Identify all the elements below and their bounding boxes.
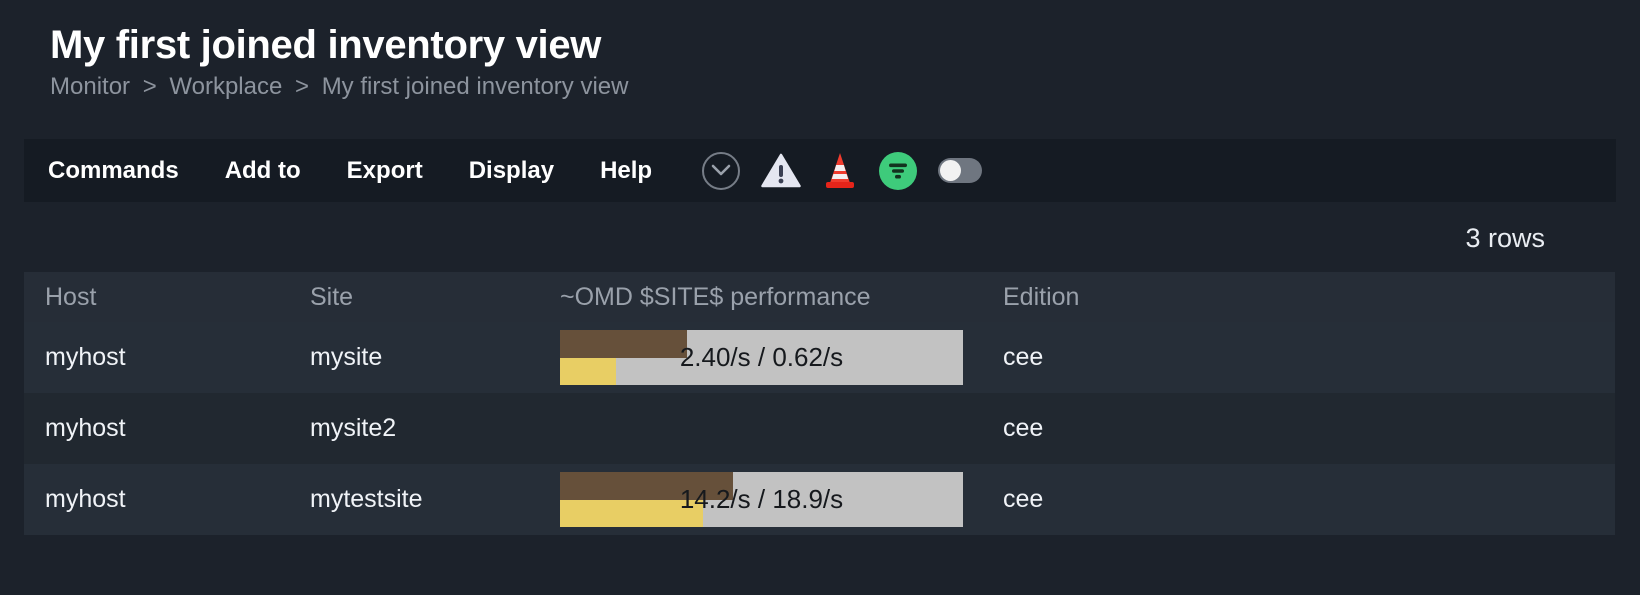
- cell-performance: 14.2/s / 18.9/s: [560, 472, 1003, 527]
- table-header-row: Host Site ~OMD $SITE$ performance Editio…: [24, 272, 1615, 322]
- page-header: My first joined inventory view Monitor >…: [0, 0, 1640, 102]
- chevron-down-circle-icon[interactable]: [702, 151, 741, 190]
- performance-bar: [560, 401, 963, 456]
- inventory-table: Host Site ~OMD $SITE$ performance Editio…: [24, 272, 1616, 535]
- page-root: My first joined inventory view Monitor >…: [0, 0, 1640, 595]
- breadcrumb-item-monitor[interactable]: Monitor: [50, 73, 130, 100]
- cell-edition: cee: [1003, 485, 1044, 513]
- cell-site: mytestsite: [310, 485, 423, 513]
- row-count-label: 3 rows: [1465, 223, 1545, 253]
- column-header-site[interactable]: Site: [310, 283, 560, 312]
- breadcrumb: Monitor > Workplace > My first joined in…: [50, 72, 1640, 102]
- breadcrumb-item-current: My first joined inventory view: [321, 73, 629, 100]
- warning-triangle-icon[interactable]: [761, 153, 801, 189]
- toggle-knob: [940, 160, 962, 181]
- cell-site: mysite: [310, 343, 383, 371]
- breadcrumb-separator: >: [295, 73, 310, 100]
- table-row[interactable]: myhost mysite2 cee: [24, 393, 1615, 464]
- cell-performance: [560, 401, 1003, 456]
- menu-display[interactable]: Display: [469, 157, 554, 185]
- column-header-performance[interactable]: ~OMD $SITE$ performance: [560, 283, 1003, 312]
- breadcrumb-separator: >: [142, 73, 157, 100]
- performance-bar-label: 14.2/s / 18.9/s: [679, 484, 844, 514]
- table-row[interactable]: myhost mytestsite 14.2/s / 18.9/s cee: [24, 464, 1615, 535]
- toggle-switch[interactable]: [938, 158, 983, 183]
- filter-icon[interactable]: [879, 151, 918, 190]
- performance-bar-label: [560, 401, 963, 456]
- cell-performance: 2.40/s / 0.62/s: [560, 330, 1003, 385]
- toolbar-icon-group: [702, 151, 983, 190]
- menu-add-to[interactable]: Add to: [225, 157, 301, 185]
- cell-host: myhost: [45, 343, 126, 371]
- performance-bar: 2.40/s / 0.62/s: [560, 330, 963, 385]
- performance-bar-label: 2.40/s / 0.62/s: [679, 342, 844, 372]
- traffic-cone-icon[interactable]: [822, 152, 858, 190]
- menu-help[interactable]: Help: [600, 157, 652, 185]
- column-header-edition[interactable]: Edition: [1003, 283, 1303, 312]
- cell-site: mysite2: [310, 414, 397, 442]
- cell-host: myhost: [45, 414, 126, 442]
- cell-edition: cee: [1003, 414, 1044, 442]
- column-header-host[interactable]: Host: [24, 283, 310, 312]
- breadcrumb-item-workplace[interactable]: Workplace: [169, 73, 282, 100]
- performance-bar: 14.2/s / 18.9/s: [560, 472, 963, 527]
- menu-commands[interactable]: Commands: [48, 157, 179, 185]
- toolbar: Commands Add to Export Display Help: [24, 139, 1616, 202]
- cell-edition: cee: [1003, 343, 1044, 371]
- menu-export[interactable]: Export: [347, 157, 423, 185]
- page-title: My first joined inventory view: [50, 23, 602, 67]
- cell-host: myhost: [45, 485, 126, 513]
- table-row[interactable]: myhost mysite 2.40/s / 0.62/s cee: [24, 322, 1615, 393]
